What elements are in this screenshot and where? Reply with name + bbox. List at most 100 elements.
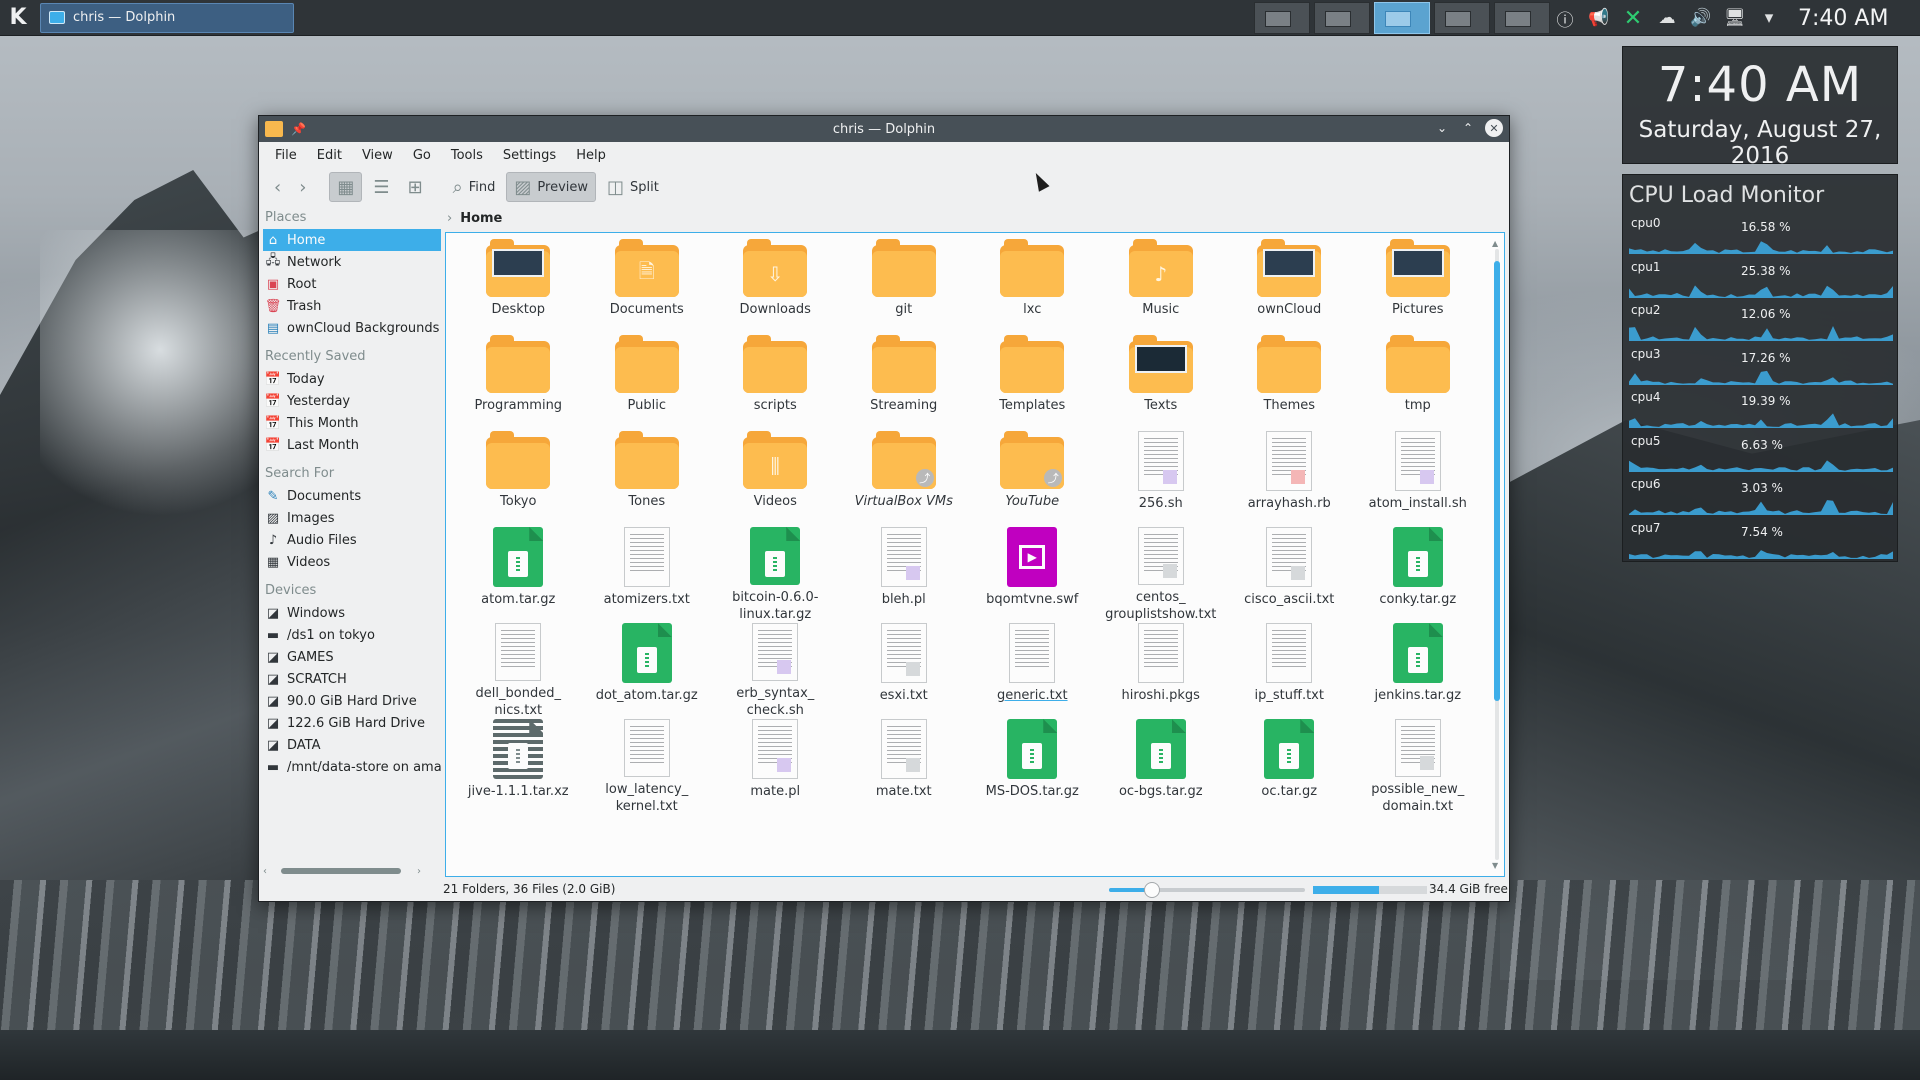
forward-button[interactable]: › <box>292 172 313 202</box>
sidebar-item-search-documents[interactable]: ✎ Documents <box>263 485 441 507</box>
file-item[interactable]: bleh.pl <box>840 527 969 623</box>
compact-view-button[interactable]: ☰ <box>366 172 396 202</box>
sidebar-item-122gib-drive[interactable]: ◪ 122.6 GiB Hard Drive <box>263 712 441 734</box>
pager-desktop-5[interactable] <box>1494 2 1550 34</box>
file-item[interactable]: atomizers.txt <box>583 527 712 623</box>
tray-expand-icon[interactable]: ▾ <box>1758 7 1780 29</box>
chevron-right-icon[interactable]: › <box>447 211 452 226</box>
file-item[interactable]: 🗎 Documents <box>583 239 712 335</box>
file-item[interactable]: possible_new_ domain.txt <box>1354 719 1483 815</box>
scrollbar-thumb[interactable] <box>281 868 401 874</box>
pager-desktop-4[interactable] <box>1434 2 1490 34</box>
notifications-icon[interactable]: ⓘ <box>1554 7 1576 31</box>
file-item[interactable]: generic.txt <box>968 623 1097 719</box>
file-item[interactable]: dell_bonded_ nics.txt <box>454 623 583 719</box>
minimize-icon[interactable]: ⌄ <box>1433 119 1451 137</box>
file-item[interactable]: dot_atom.tar.gz <box>583 623 712 719</box>
scroll-down-icon[interactable]: ▼ <box>1492 861 1498 870</box>
sidebar-item-windows[interactable]: ◪ Windows <box>263 602 441 624</box>
file-item[interactable]: conky.tar.gz <box>1354 527 1483 623</box>
zoom-slider[interactable] <box>1109 882 1305 898</box>
pager-desktop-3[interactable] <box>1374 2 1430 34</box>
file-item[interactable]: Themes <box>1225 335 1354 431</box>
file-item[interactable]: esxi.txt <box>840 623 969 719</box>
file-item[interactable]: Tokyo <box>454 431 583 527</box>
cloud-sync-icon[interactable]: ☁ <box>1656 7 1678 29</box>
pager-desktop-2[interactable] <box>1314 2 1370 34</box>
pin-icon[interactable]: 📌 <box>291 122 306 136</box>
sidebar-item-search-audio[interactable]: ♪ Audio Files <box>263 529 441 551</box>
file-item[interactable]: ⫼ Videos <box>711 431 840 527</box>
file-item[interactable]: jive-1.1.1.tar.xz <box>454 719 583 815</box>
file-item[interactable]: oc-bgs.tar.gz <box>1097 719 1226 815</box>
file-item[interactable]: ip_stuff.txt <box>1225 623 1354 719</box>
file-item[interactable]: arrayhash.rb <box>1225 431 1354 527</box>
file-item[interactable]: scripts <box>711 335 840 431</box>
file-item[interactable]: hiroshi.pkgs <box>1097 623 1226 719</box>
folder-app-icon[interactable] <box>265 121 283 137</box>
sidebar-item-home[interactable]: ⌂ Home <box>263 229 441 251</box>
file-item[interactable]: atom.tar.gz <box>454 527 583 623</box>
file-item[interactable]: Programming <box>454 335 583 431</box>
preview-button[interactable]: ▨ Preview <box>506 172 597 202</box>
file-item[interactable]: git <box>840 239 969 335</box>
file-item[interactable]: ⤴ VirtualBox VMs <box>840 431 969 527</box>
find-button[interactable]: ⌕ Find <box>446 172 503 202</box>
file-item[interactable]: Streaming <box>840 335 969 431</box>
sidebar-item-this-month[interactable]: 📅 This Month <box>263 412 441 434</box>
sidebar-item-yesterday[interactable]: 📅 Yesterday <box>263 390 441 412</box>
sidebar-item-network[interactable]: 🖧 Network <box>263 251 441 273</box>
close-icon[interactable]: ✕ <box>1485 119 1503 137</box>
menu-settings[interactable]: Settings <box>493 148 566 163</box>
file-item[interactable]: oc.tar.gz <box>1225 719 1354 815</box>
scrollbar-thumb[interactable] <box>1494 261 1500 701</box>
file-item[interactable]: centos_ grouplistshow.txt <box>1097 527 1226 623</box>
file-item[interactable]: atom_install.sh <box>1354 431 1483 527</box>
sidebar-item-data[interactable]: ◪ DATA <box>263 734 441 756</box>
zoom-handle[interactable] <box>1144 882 1161 898</box>
vertical-scrollbar[interactable]: ▲ ▼ <box>1492 239 1502 870</box>
menu-edit[interactable]: Edit <box>307 148 352 163</box>
file-item[interactable]: jenkins.tar.gz <box>1354 623 1483 719</box>
menu-file[interactable]: File <box>265 148 307 163</box>
file-item[interactable]: ⤴ YouTube <box>968 431 1097 527</box>
menu-help[interactable]: Help <box>566 148 616 163</box>
file-item[interactable]: Tones <box>583 431 712 527</box>
sidebar-item-owncloud-backgrounds[interactable]: ▤ ownCloud Backgrounds <box>263 317 441 339</box>
file-item[interactable]: mate.txt <box>840 719 969 815</box>
kde-launcher-icon[interactable]: K <box>0 0 36 36</box>
file-item[interactable]: Texts <box>1097 335 1226 431</box>
split-button[interactable]: ◫ Split <box>600 172 666 202</box>
file-item[interactable]: cisco_ascii.txt <box>1225 527 1354 623</box>
file-item[interactable]: MS-DOS.tar.gz <box>968 719 1097 815</box>
sidebar-item-last-month[interactable]: 📅 Last Month <box>263 434 441 456</box>
file-item[interactable]: Public <box>583 335 712 431</box>
file-item[interactable]: Templates <box>968 335 1097 431</box>
sidebar-item-scratch[interactable]: ◪ SCRATCH <box>263 668 441 690</box>
sidebar-item-root[interactable]: ▣ Root <box>263 273 441 295</box>
sidebar-horizontal-scrollbar[interactable]: ‹ › <box>263 865 435 877</box>
file-item[interactable]: mate.pl <box>711 719 840 815</box>
network-icon[interactable]: 🖥 <box>1724 7 1746 29</box>
menu-tools[interactable]: Tools <box>441 148 493 163</box>
maximize-icon[interactable]: ⌃ <box>1459 119 1477 137</box>
file-item[interactable]: tmp <box>1354 335 1483 431</box>
file-item[interactable]: low_latency_ kernel.txt <box>583 719 712 815</box>
file-item[interactable]: ⇩ Downloads <box>711 239 840 335</box>
file-item[interactable]: erb_syntax_ check.sh <box>711 623 840 719</box>
file-item[interactable]: Desktop <box>454 239 583 335</box>
file-item[interactable]: ▶ bqomtvne.swf <box>968 527 1097 623</box>
sidebar-item-today[interactable]: 📅 Today <box>263 368 441 390</box>
menu-go[interactable]: Go <box>403 148 441 163</box>
file-item[interactable]: ownCloud <box>1225 239 1354 335</box>
panel-clock[interactable]: 7:40 AM <box>1798 6 1888 31</box>
details-view-button[interactable]: ⊞ <box>401 172 430 202</box>
sidebar-item-90gib-drive[interactable]: ◪ 90.0 GiB Hard Drive <box>263 690 441 712</box>
back-button[interactable]: ‹ <box>267 172 288 202</box>
file-item[interactable]: 256.sh <box>1097 431 1226 527</box>
file-item[interactable]: Pictures <box>1354 239 1483 335</box>
volume-icon[interactable]: 🔊 <box>1690 7 1712 29</box>
sidebar-item-ds1-tokyo[interactable]: ▬ /ds1 on tokyo <box>263 624 441 646</box>
sidebar-item-search-images[interactable]: ▨ Images <box>263 507 441 529</box>
titlebar[interactable]: 📌 chris — Dolphin ⌄ ⌃ ✕ <box>259 116 1509 142</box>
